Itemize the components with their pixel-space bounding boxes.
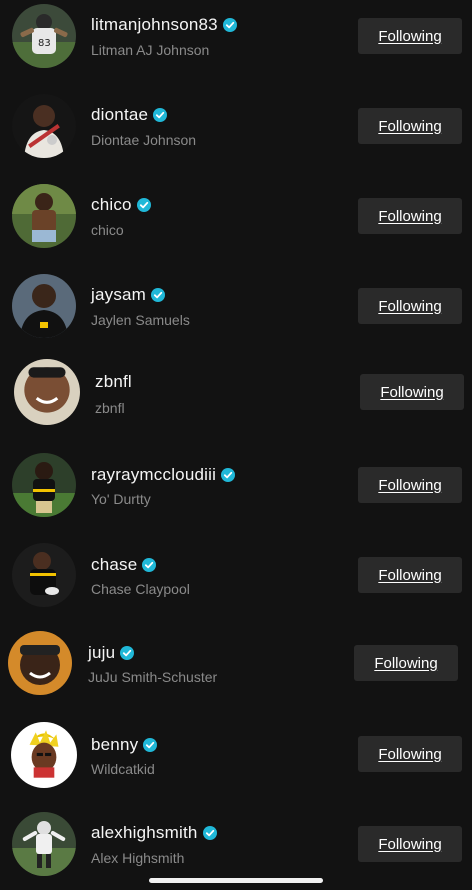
verified-badge-icon: [120, 646, 135, 660]
username-line: rayraymccloudiii: [91, 464, 236, 486]
list-item[interactable]: chase Chase Claypool Following: [0, 540, 472, 620]
following-button[interactable]: Following: [358, 288, 462, 324]
verified-badge-icon: [153, 108, 168, 122]
following-button[interactable]: Following: [358, 736, 462, 772]
avatar[interactable]: 83: [12, 4, 76, 68]
avatar[interactable]: [12, 184, 76, 248]
following-button[interactable]: Following: [358, 467, 462, 503]
list-item[interactable]: rayraymccloudiii Yo' Durtty Following: [0, 450, 472, 530]
verified-badge-icon: [202, 826, 217, 840]
person-avatar-icon: [12, 94, 76, 158]
verified-badge-icon: [151, 288, 166, 302]
display-name: Litman AJ Johnson: [91, 42, 210, 58]
football-player-avatar-icon: [12, 543, 76, 607]
username[interactable]: alexhighsmith: [91, 823, 198, 843]
display-name: Wildcatkid: [91, 761, 155, 777]
display-name: Diontae Johnson: [91, 132, 197, 148]
avatar[interactable]: [12, 453, 76, 517]
football-player-avatar-icon: 83: [12, 4, 76, 68]
username[interactable]: benny: [91, 735, 138, 755]
football-player-avatar-icon: [12, 274, 76, 338]
username[interactable]: jaysam: [91, 285, 146, 305]
verified-badge-icon: [143, 738, 158, 752]
username-line: benny: [91, 734, 158, 756]
username-line: litmanjohnson83: [91, 14, 237, 36]
person-avatar-icon: [14, 359, 80, 425]
following-button[interactable]: Following: [360, 374, 464, 410]
avatar[interactable]: [8, 631, 72, 695]
football-player-avatar-icon: [12, 453, 76, 517]
display-name: Chase Claypool: [91, 581, 190, 597]
avatar[interactable]: [11, 722, 77, 788]
list-item[interactable]: jaysam Jaylen Samuels Following: [0, 270, 472, 350]
username-line: chase: [91, 554, 157, 576]
person-avatar-icon: [12, 184, 76, 248]
list-item[interactable]: 83 litmanjohnson83 Litman AJ Johnson Fol…: [0, 0, 472, 80]
username-line: juju: [88, 642, 135, 664]
username[interactable]: chase: [91, 555, 137, 575]
verified-badge-icon: [136, 198, 151, 212]
person-avatar-icon: [8, 631, 72, 695]
username-line: zbnfl: [95, 371, 132, 393]
username-line: alexhighsmith: [91, 822, 217, 844]
verified-badge-icon: [142, 558, 157, 572]
list-item[interactable]: juju JuJu Smith-Schuster Following: [0, 628, 472, 708]
display-name: JuJu Smith-Schuster: [88, 669, 218, 685]
display-name: Jaylen Samuels: [91, 312, 190, 328]
cartoon-avatar-icon: [11, 722, 77, 788]
list-item[interactable]: diontae Diontae Johnson Following: [0, 90, 472, 170]
display-name: Alex Highsmith: [91, 850, 185, 866]
username[interactable]: chico: [91, 195, 132, 215]
username-line: diontae: [91, 104, 168, 126]
avatar[interactable]: [12, 543, 76, 607]
username-line: jaysam: [91, 284, 166, 306]
avatar[interactable]: [12, 94, 76, 158]
list-item[interactable]: chico chico Following: [0, 180, 472, 260]
username[interactable]: rayraymccloudiii: [91, 465, 216, 485]
username-line: chico: [91, 194, 151, 216]
following-button[interactable]: Following: [358, 826, 462, 862]
display-name: zbnfl: [95, 400, 125, 416]
home-indicator[interactable]: [149, 878, 323, 883]
following-button[interactable]: Following: [354, 645, 458, 681]
football-player-avatar-icon: [12, 812, 76, 876]
avatar[interactable]: [14, 359, 80, 425]
avatar[interactable]: [12, 812, 76, 876]
list-item[interactable]: zbnfl zbnfl Following: [0, 356, 472, 436]
display-name: chico: [91, 222, 124, 238]
following-button[interactable]: Following: [358, 108, 462, 144]
following-button[interactable]: Following: [358, 18, 462, 54]
svg-text:83: 83: [38, 38, 51, 49]
display-name: Yo' Durtty: [91, 491, 151, 507]
username[interactable]: juju: [88, 643, 115, 663]
username[interactable]: diontae: [91, 105, 148, 125]
username[interactable]: litmanjohnson83: [91, 15, 218, 35]
following-button[interactable]: Following: [358, 198, 462, 234]
avatar[interactable]: [12, 274, 76, 338]
following-button[interactable]: Following: [358, 557, 462, 593]
list-item[interactable]: benny Wildcatkid Following: [0, 720, 472, 800]
verified-badge-icon: [221, 468, 236, 482]
username[interactable]: zbnfl: [95, 372, 132, 392]
verified-badge-icon: [222, 18, 237, 32]
